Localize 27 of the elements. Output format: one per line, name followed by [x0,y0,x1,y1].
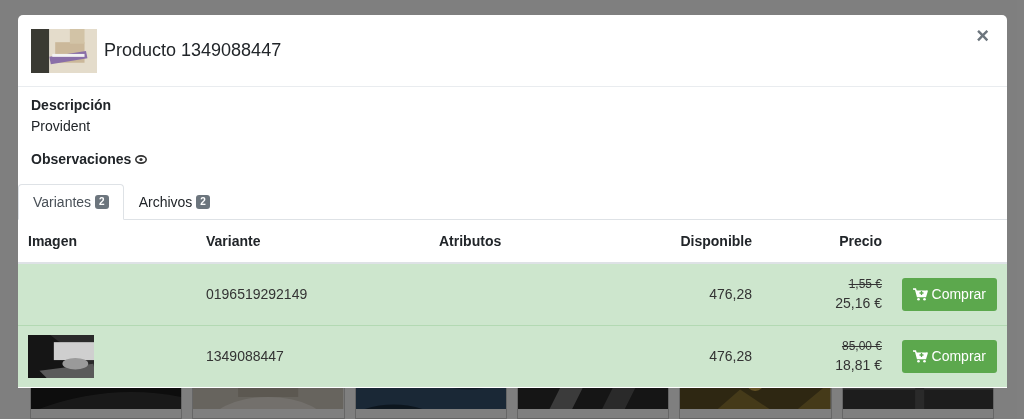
table-cell: 476,28 [632,263,762,325]
buy-button[interactable]: Comprar [901,339,997,373]
description-text: Provident [31,117,92,136]
column-header: Precio [762,220,892,263]
close-button[interactable]: × [976,25,989,47]
column-header: Atributos [429,220,632,263]
column-header: Variante [196,220,429,263]
tab[interactable]: Archivos 2 [123,184,225,220]
old-price: 85,00 € [840,338,882,356]
modal-title: Producto 1349088447 [104,39,283,62]
eye-icon[interactable] [135,154,148,164]
column-header: Disponible [632,220,762,263]
price: 18,81 € [834,356,882,376]
table-cell: 476,28 [632,325,762,387]
description-label: Descripción [31,96,113,115]
count-badge: 2 [95,195,109,209]
column-header: Imagen [18,220,196,263]
cart-icon [912,287,928,301]
price: 25,16 € [834,294,882,314]
cart-icon [912,349,928,363]
observations-label: Observaciones [31,150,132,169]
buy-button[interactable]: Comprar [901,277,997,311]
table-cell: 1349088447 [196,325,429,387]
table-cell: 0196519292149 [196,263,429,325]
tab[interactable]: Variantes 2 [18,184,124,220]
old-price: 1,55 € [847,276,882,294]
count-badge: 2 [196,195,210,209]
